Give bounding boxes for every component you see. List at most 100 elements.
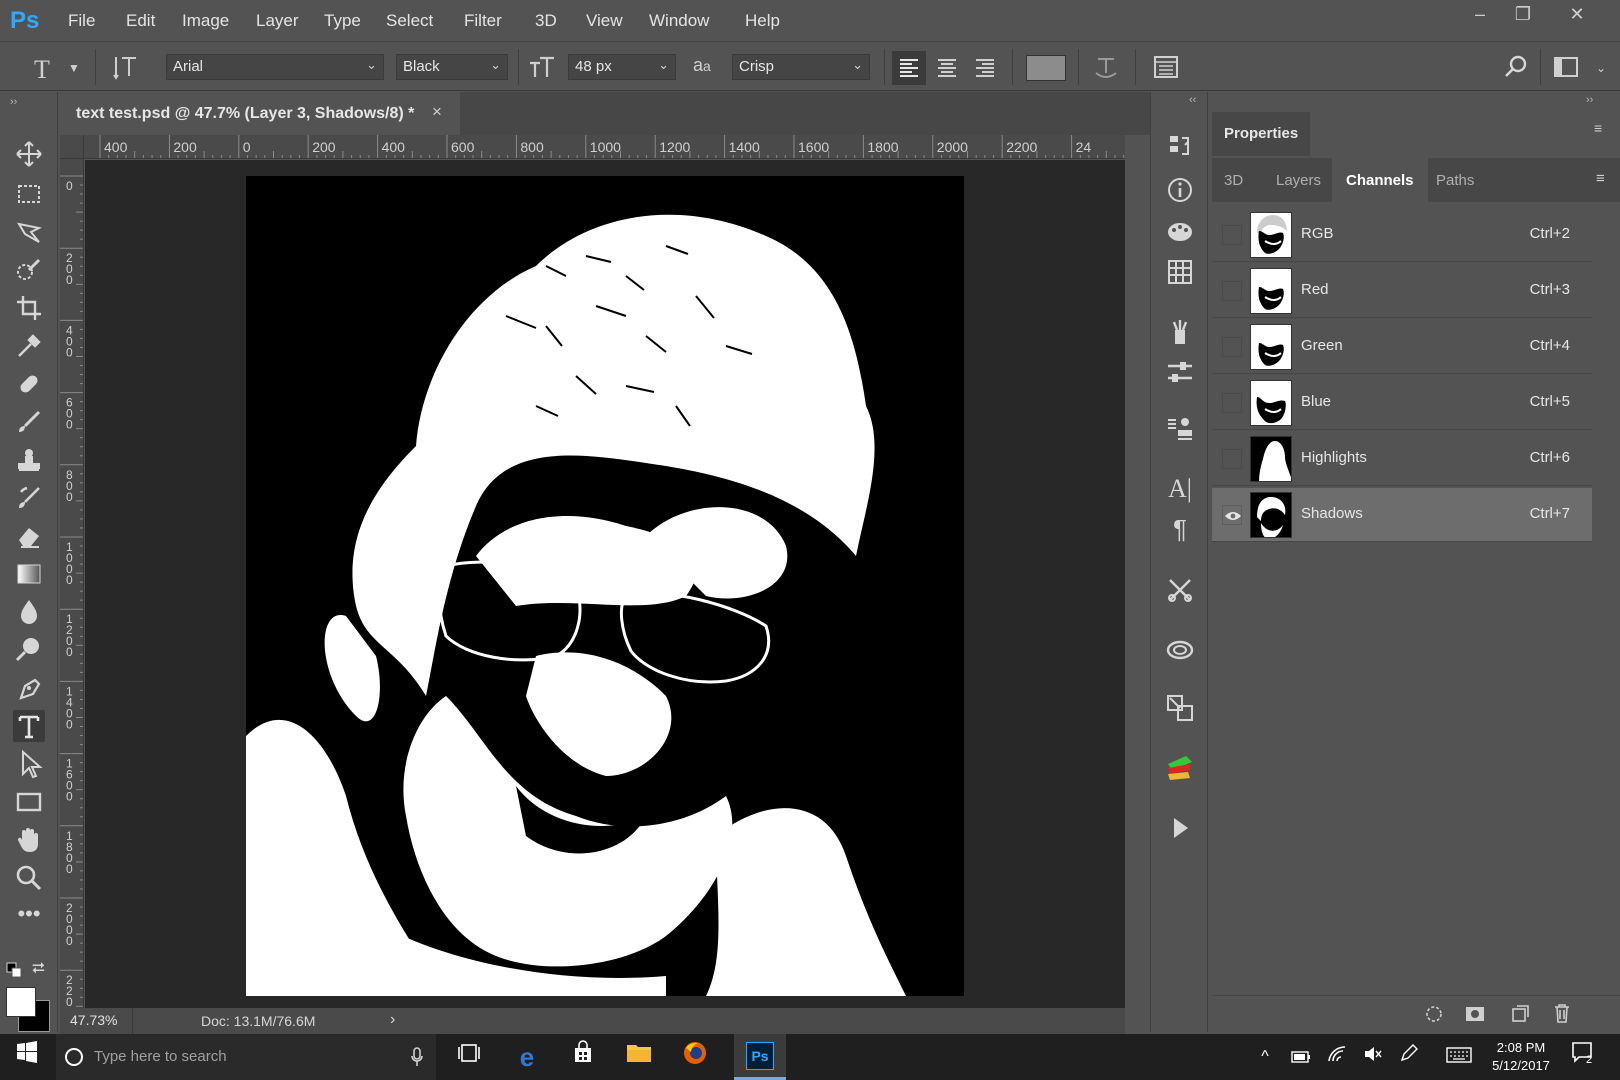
collapse-icon[interactable]: ››	[10, 96, 17, 108]
lasso-tool-icon[interactable]	[13, 216, 45, 248]
photoshop-taskbar-button[interactable]: Ps	[734, 1034, 786, 1080]
collapse-panel-icon[interactable]: ››	[1586, 94, 1593, 106]
chevron-down-icon[interactable]: ⌄	[1596, 61, 1606, 75]
document-tab[interactable]: text test.psd @ 47.7% (Layer 3, Shadows/…	[60, 92, 460, 135]
battery-icon[interactable]	[1284, 1040, 1318, 1074]
channels-menu-icon[interactable]: ≡	[1596, 170, 1605, 187]
channel-row-red[interactable]: Red Ctrl+3	[1212, 264, 1592, 318]
tool-presets-icon[interactable]	[1164, 574, 1196, 606]
new-channel-icon[interactable]	[1510, 1004, 1530, 1024]
layer-comps-icon[interactable]	[1164, 692, 1196, 724]
hand-tool-icon[interactable]	[13, 824, 45, 856]
tab-3d[interactable]: 3D	[1224, 172, 1243, 189]
chevron-down-icon[interactable]: ▼	[68, 61, 80, 75]
clone-stamp-tool-icon[interactable]	[13, 444, 45, 476]
type-tool-preset-icon[interactable]: T	[34, 55, 50, 85]
menu-type[interactable]: Type	[324, 11, 361, 31]
chevron-up-icon[interactable]: ^	[1248, 1040, 1282, 1074]
align-right-button[interactable]	[968, 51, 1002, 85]
store-icon[interactable]	[566, 1040, 600, 1074]
menu-filter[interactable]: Filter	[464, 11, 502, 31]
font-size-select[interactable]: 48 px ⌄	[568, 54, 676, 80]
channel-visibility-toggle[interactable]	[1222, 337, 1242, 357]
task-view-icon[interactable]	[452, 1040, 486, 1074]
wifi-icon[interactable]	[1320, 1040, 1354, 1074]
expand-panels-icon[interactable]: ‹‹	[1189, 94, 1196, 106]
restore-icon[interactable]: ❐	[1503, 4, 1543, 30]
channel-visibility-toggle[interactable]	[1222, 281, 1242, 301]
history-brush-tool-icon[interactable]	[13, 482, 45, 514]
adjustments-panel-icon[interactable]	[1164, 356, 1196, 388]
text-orientation-icon[interactable]	[112, 53, 140, 87]
tab-channels[interactable]: Channels	[1346, 172, 1414, 189]
clock[interactable]: 2:08 PM 5/12/2017	[1488, 1039, 1554, 1075]
channel-visibility-toggle[interactable]	[1222, 449, 1242, 469]
paragraph-icon[interactable]: ¶	[1164, 514, 1196, 546]
menu-select[interactable]: Select	[386, 11, 433, 31]
file-explorer-icon[interactable]	[622, 1040, 656, 1074]
status-menu-arrow[interactable]: ›	[390, 1011, 395, 1029]
actions-play-icon[interactable]	[1164, 812, 1196, 844]
channel-row-rgb[interactable]: RGB Ctrl+2	[1212, 208, 1592, 262]
character-panel-icon[interactable]	[1152, 53, 1180, 87]
marquee-tool-icon[interactable]	[13, 178, 45, 210]
align-center-button[interactable]	[930, 51, 964, 85]
eyedropper-tool-icon[interactable]	[13, 330, 45, 362]
crop-tool-icon[interactable]	[13, 292, 45, 324]
blur-tool-icon[interactable]	[13, 596, 45, 628]
antialias-select[interactable]: Crisp ⌄	[732, 54, 870, 80]
rectangle-tool-icon[interactable]	[13, 786, 45, 818]
pen-icon[interactable]	[1392, 1040, 1426, 1074]
volume-muted-icon[interactable]	[1356, 1040, 1390, 1074]
zoom-level[interactable]: 47.73%	[70, 1012, 117, 1028]
menu-view[interactable]: View	[586, 11, 623, 31]
menu-3d[interactable]: 3D	[535, 11, 557, 31]
channel-row-blue[interactable]: Blue Ctrl+5	[1212, 376, 1592, 430]
text-color-swatch[interactable]	[1026, 55, 1066, 81]
windows-start-icon[interactable]	[10, 1040, 44, 1074]
align-left-button[interactable]	[892, 51, 926, 85]
ruler-origin[interactable]	[60, 135, 84, 159]
properties-tab[interactable]: Properties	[1212, 112, 1310, 156]
character-icon[interactable]: A|	[1164, 474, 1196, 506]
panel-menu-icon[interactable]: ≡	[1594, 120, 1602, 136]
healing-brush-tool-icon[interactable]	[13, 368, 45, 400]
dodge-tool-icon[interactable]	[13, 634, 45, 666]
channel-visibility-toggle[interactable]	[1222, 393, 1242, 413]
swatches-panel-icon[interactable]	[1164, 256, 1196, 288]
zoom-tool-icon[interactable]	[13, 862, 45, 894]
eraser-tool-icon[interactable]	[13, 520, 45, 552]
menu-help[interactable]: Help	[745, 11, 780, 31]
trash-icon[interactable]	[1552, 1002, 1572, 1024]
plugin-panel-icon[interactable]	[1164, 752, 1196, 784]
load-selection-icon[interactable]	[1424, 1004, 1444, 1024]
channel-visibility-toggle[interactable]	[1222, 225, 1242, 245]
menu-layer[interactable]: Layer	[256, 11, 299, 31]
brush-settings-icon[interactable]	[1164, 316, 1196, 348]
close-icon[interactable]: ✕	[1557, 4, 1597, 30]
close-tab-icon[interactable]: ×	[432, 102, 442, 122]
firefox-icon[interactable]	[678, 1040, 712, 1074]
image-canvas[interactable]	[246, 176, 964, 996]
menu-file[interactable]: File	[68, 11, 95, 31]
swap-colors-icon[interactable]: ⮂	[32, 960, 45, 978]
minimize-icon[interactable]: –	[1460, 4, 1500, 30]
more-tools-icon[interactable]: •••	[13, 900, 45, 932]
save-selection-icon[interactable]	[1464, 1004, 1486, 1024]
pen-tool-icon[interactable]	[13, 672, 45, 704]
type-tool-icon[interactable]	[13, 710, 45, 742]
foreground-color-swatch[interactable]	[6, 987, 36, 1017]
color-panel-icon[interactable]	[1164, 216, 1196, 248]
menu-image[interactable]: Image	[182, 11, 229, 31]
default-colors-icon[interactable]	[6, 962, 22, 978]
keyboard-icon[interactable]	[1442, 1040, 1476, 1074]
horizontal-ruler[interactable]: 400 200 0 200 400 600 800 1000 1200 1400 1600 1800 2…	[60, 135, 1125, 159]
search-box[interactable]: Type here to search	[56, 1034, 436, 1080]
font-family-select[interactable]: Arial ⌄	[166, 54, 384, 80]
font-style-select[interactable]: Black ⌄	[396, 54, 508, 80]
menu-edit[interactable]: Edit	[126, 11, 155, 31]
vertical-ruler[interactable]: 0200400600800100012001400160018002000220…	[60, 159, 84, 1009]
history-panel-icon[interactable]	[1164, 130, 1196, 162]
gradient-tool-icon[interactable]	[13, 558, 45, 590]
workspace-icon[interactable]	[1553, 55, 1579, 85]
